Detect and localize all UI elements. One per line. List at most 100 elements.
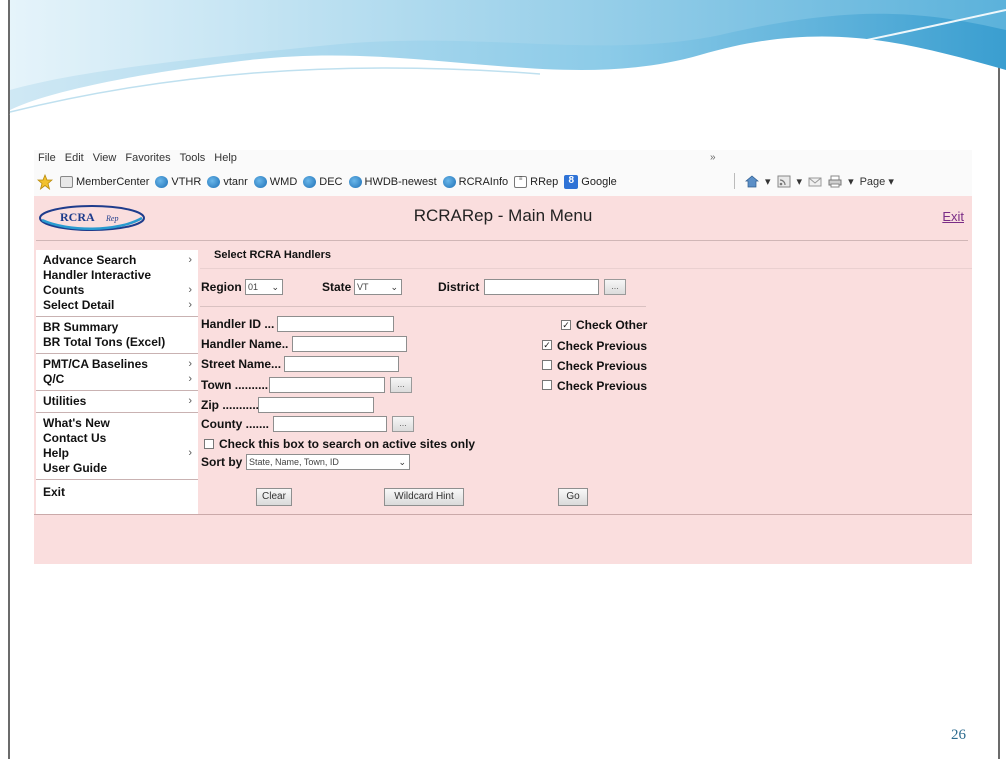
sidebar-item-br-total-tons[interactable]: BR Total Tons (Excel) [36,335,198,350]
state-select[interactable]: VT ⌄ [354,279,402,295]
print-icon[interactable] [828,175,842,188]
sidebar-item-advance-search[interactable]: Advance Search › [36,253,198,268]
chevron-right-icon: › [188,254,192,266]
chevron-right-icon: › [188,373,192,385]
sidebar-item-exit[interactable]: Exit [36,485,198,500]
form-divider [200,268,972,269]
favorites-overflow-icon[interactable]: » [710,152,716,163]
sidebar-menu: Advance Search › Handler Interactive Coun… [36,250,198,514]
wildcard-hint-button[interactable]: Wildcard Hint [384,488,464,506]
sidebar-item-select-detail[interactable]: Select Detail › [36,298,198,313]
feeds-dropdown-icon[interactable]: ▾ [797,175,803,188]
fav-hwdb-newest[interactable]: HWDB-newest [348,176,437,188]
check-previous-checkbox-1[interactable]: ✓ [542,340,552,350]
menu-edit[interactable]: Edit [65,152,84,164]
district-lookup-button[interactable]: ... [604,279,626,295]
feeds-icon[interactable] [777,175,791,188]
zip-label: Zip ........... [201,398,260,412]
form-section-divider [200,306,646,307]
sort-by-label: Sort by [201,455,243,469]
active-sites-checkbox[interactable] [204,439,214,449]
town-label: Town .......... [201,378,269,392]
menu-tools[interactable]: Tools [180,152,206,164]
county-input[interactable] [273,416,387,432]
sidebar-group-br: BR Summary BR Total Tons (Excel) [36,317,198,354]
district-label: District [438,280,480,294]
region-label: Region [201,280,242,294]
sidebar-group-search: Advance Search › Handler Interactive Coun… [36,250,198,317]
check-previous-checkbox-3[interactable] [542,380,552,390]
sidebar-item-utilities[interactable]: Utilities › [36,394,198,409]
region-select[interactable]: 01 ⌄ [245,279,283,295]
ie-icon [442,176,456,188]
fav-membercenter[interactable]: MemberCenter [60,176,149,188]
fav-vtanr[interactable]: vtanr [207,176,248,188]
sidebar-group-pmt: PMT/CA Baselines › Q/C › [36,354,198,391]
chevron-right-icon: › [188,299,192,311]
street-name-input[interactable] [284,356,399,372]
home-icon[interactable] [745,175,759,188]
fav-vthr[interactable]: VTHR [155,176,201,188]
sidebar-item-qc[interactable]: Q/C › [36,372,198,387]
sidebar-item-help[interactable]: Help › [36,446,198,461]
slide-number: 26 [951,727,966,743]
district-input[interactable] [484,279,599,295]
app-footer-divider [34,514,972,515]
exit-link[interactable]: Exit [942,209,964,224]
chevron-down-icon: ⌄ [398,457,406,467]
fav-google[interactable]: 8 Google [564,175,617,189]
sidebar-item-whats-new[interactable]: What's New [36,416,198,431]
chevron-right-icon: › [188,284,192,296]
header-divider [36,240,968,241]
menu-help[interactable]: Help [214,152,237,164]
fav-rrep[interactable]: ≡ RRep [514,176,558,188]
chevron-right-icon: › [188,447,192,459]
check-other-label: Check Other [576,318,648,332]
check-previous-checkbox-2[interactable] [542,360,552,370]
town-lookup-button[interactable]: ... [390,377,412,393]
epa-icon: ≡ [514,176,528,188]
zip-input[interactable] [258,397,374,413]
sidebar-item-pmt-ca-baselines[interactable]: PMT/CA Baselines › [36,357,198,372]
menu-view[interactable]: View [93,152,117,164]
sort-by-select[interactable]: State, Name, Town, ID ⌄ [246,454,410,470]
page-title: RCRARep - Main Menu [413,206,593,225]
sidebar-item-user-guide[interactable]: User Guide [36,461,198,476]
browser-menu-bar: File Edit View Favorites Tools Help [38,152,237,164]
handler-id-input[interactable] [277,316,394,332]
sidebar-group-help: What's New Contact Us Help › User Guide [36,413,198,480]
google-icon: 8 [564,175,579,189]
favorites-star-icon[interactable] [36,173,54,191]
sidebar-item-contact-us[interactable]: Contact Us [36,431,198,446]
home-dropdown-icon[interactable]: ▾ [765,175,771,188]
check-other-checkbox[interactable]: ✓ [561,320,571,330]
town-input[interactable] [269,377,385,393]
sidebar-item-handler-interactive[interactable]: Handler Interactive [36,268,198,283]
sidebar-group-exit: Exit [36,480,198,503]
fav-rcrainfo[interactable]: RCRAInfo [442,176,508,188]
header-wave-decoration [9,0,1006,116]
handler-id-label: Handler ID ... [201,317,275,331]
page-menu[interactable]: Page ▾ [860,175,894,188]
fav-dec[interactable]: DEC [303,176,343,188]
ie-icon [207,176,221,188]
fav-wmd[interactable]: WMD [253,176,297,188]
ie-icon [155,176,169,188]
print-dropdown-icon[interactable]: ▾ [848,175,854,188]
go-button[interactable]: Go [558,488,588,506]
handler-name-input[interactable] [292,336,407,352]
page-icon [60,176,73,188]
clear-button[interactable]: Clear [256,488,292,506]
county-lookup-button[interactable]: ... [392,416,414,432]
mail-icon[interactable] [808,175,822,188]
sidebar-item-br-summary[interactable]: BR Summary [36,320,198,335]
handler-name-label: Handler Name.. [201,337,289,351]
chevron-right-icon: › [188,358,192,370]
check-previous-label-1: Check Previous [557,339,648,353]
check-previous-label-3: Check Previous [557,379,648,393]
command-bar: ▾ ▾ ▾ Page ▾ [734,173,894,189]
active-sites-label: Check this box to search on active sites… [219,437,476,451]
menu-favorites[interactable]: Favorites [125,152,170,164]
menu-file[interactable]: File [38,152,56,164]
sidebar-item-counts[interactable]: Counts › [36,283,198,298]
